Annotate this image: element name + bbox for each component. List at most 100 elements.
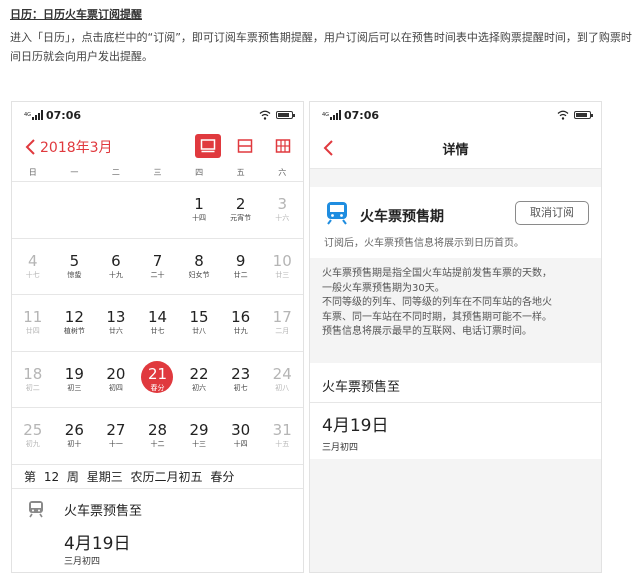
day-cell[interactable]: 8 妇女节 (178, 239, 220, 295)
event-card[interactable]: 火车票预售至 4月19日 三月初四 (12, 488, 303, 572)
wifi-icon (557, 110, 569, 120)
lunar-label: 十四 (233, 440, 248, 448)
article-title: 日历：日历火车票订阅提醒 (10, 8, 142, 21)
day-cell[interactable]: 30 十四 (219, 408, 262, 465)
chevron-left-icon (25, 139, 35, 155)
day-cell[interactable]: 24 初八 (261, 352, 303, 408)
day-number: 19 (64, 364, 84, 383)
day-number: 22 (189, 364, 209, 383)
event-title: 火车票预售至 (64, 503, 143, 519)
calendar-grid: 1 十四 2 元宵节 3 十六 4 十七 5 惊蛰 6 十九 7 二十 8 妇女节 9 廿二 10 廿三 11 廿四 12 植… (12, 182, 303, 465)
weekday-label: 四 (195, 168, 204, 177)
lunar-label: 春分 (150, 383, 165, 392)
day-cell[interactable]: 11 廿四 (12, 295, 54, 352)
day-number: 10 (272, 251, 292, 270)
svg-text:4G: 4G (24, 112, 31, 118)
presale-date: 4月19日 (322, 416, 389, 436)
day-info-line: 第 12 周 星期三 农历二月初五 春分 (12, 464, 303, 489)
calendar-phone-screen: 4G 07:06 2018年3月 日 一 二 三 四 五 六 1 十四 2 元宵… (11, 101, 304, 573)
day-cell[interactable]: 2 元宵节 (219, 182, 262, 239)
day-cell[interactable]: 31 十五 (261, 408, 303, 465)
signal-icon: 4G (24, 110, 43, 120)
lunar-label: 廿四 (25, 327, 40, 335)
lunar-label: 十四 (192, 214, 207, 222)
cancel-subscription-button[interactable]: 取消订阅 (515, 201, 589, 225)
empty-day-cell (53, 182, 96, 239)
day-cell[interactable]: 19 初三 (53, 352, 96, 408)
lunar-label: 十二 (150, 440, 165, 448)
day-cell[interactable]: 22 初六 (178, 352, 220, 408)
weekday-label: 六 (278, 168, 287, 177)
status-time: 07:06 (46, 109, 82, 122)
day-number: 13 (106, 308, 126, 326)
day-cell[interactable]: 20 初四 (95, 352, 137, 408)
day-number: 18 (23, 364, 43, 383)
weekday-label: 一 (70, 168, 79, 177)
lunar-label: 初七 (233, 383, 248, 392)
day-number: 6 (111, 251, 121, 270)
day-cell[interactable]: 7 二十 (136, 239, 179, 295)
lunar-label: 植树节 (63, 327, 85, 335)
day-cell[interactable]: 18 初二 (12, 352, 54, 408)
description-line: 车票、同一车站在不同时期，其预售期可能不一样。 (322, 311, 552, 323)
day-cell[interactable]: 14 廿七 (136, 295, 179, 352)
month-back-button[interactable]: 2018年3月 (24, 137, 113, 157)
today-cell[interactable]: 21 春分 (136, 352, 179, 408)
day-number: 26 (64, 421, 84, 439)
lunar-label: 初九 (25, 440, 40, 448)
day-cell[interactable]: 6 十九 (95, 239, 137, 295)
day-cell[interactable]: 13 廿六 (95, 295, 137, 352)
lunar-label: 廿七 (150, 327, 165, 335)
day-number: 28 (147, 421, 168, 439)
day-number: 15 (189, 308, 209, 326)
lunar-label: 廿三 (275, 270, 290, 279)
month-label: 2018年3月 (40, 140, 113, 156)
signal-icon: 4G (322, 110, 341, 120)
day-cell[interactable]: 27 十一 (95, 408, 137, 465)
day-cell[interactable]: 12 植树节 (53, 295, 96, 352)
grid-view-button[interactable] (270, 134, 296, 158)
weekday-label: 二 (111, 168, 120, 177)
event-lunar-date: 三月初四 (64, 556, 101, 567)
train-icon (327, 202, 347, 225)
split-view-button[interactable] (232, 134, 258, 158)
lunar-label: 十五 (275, 440, 290, 448)
single-view-button[interactable] (195, 134, 221, 158)
detail-nav-bar: 详情 (310, 127, 601, 169)
day-number: 30 (231, 421, 251, 439)
day-number: 8 (194, 251, 204, 270)
day-cell[interactable]: 15 廿八 (178, 295, 220, 352)
day-cell[interactable]: 16 廿九 (219, 295, 262, 352)
empty-day-cell (12, 182, 54, 239)
day-number: 27 (106, 421, 126, 439)
day-cell[interactable]: 25 初九 (12, 408, 54, 465)
lunar-label: 廿二 (233, 270, 248, 279)
day-cell[interactable]: 9 廿二 (219, 239, 262, 295)
lunar-label: 初十 (67, 440, 82, 448)
lunar-label: 十三 (192, 440, 207, 448)
page: 日历：日历火车票订阅提醒 进入「日历」，点击底栏中的“订阅”，即可订阅车票预售期… (0, 0, 640, 573)
day-number: 23 (231, 364, 251, 383)
day-cell[interactable]: 3 十六 (261, 182, 303, 239)
day-number: 31 (272, 421, 292, 439)
detail-phone-screen: 4G 07:06 详情 火车票预售期 取消订阅 订阅后，火车票预售信息将展示到日… (309, 101, 602, 573)
day-cell[interactable]: 26 初十 (53, 408, 96, 465)
day-cell[interactable]: 28 十二 (136, 408, 179, 465)
weekday-label: 日 (28, 168, 37, 177)
day-cell[interactable]: 5 惊蛰 (53, 239, 96, 295)
day-cell[interactable]: 4 十七 (12, 239, 54, 295)
day-cell[interactable]: 23 初七 (219, 352, 262, 408)
day-cell[interactable]: 1 十四 (178, 182, 220, 239)
lunar-label: 妇女节 (188, 270, 210, 279)
train-icon (29, 500, 43, 517)
day-cell[interactable]: 29 十三 (178, 408, 220, 465)
article-body: 进入「日历」，点击底栏中的“订阅”，即可订阅车票预售期提醒，用户订阅后可以在预售… (10, 31, 632, 63)
description-line: 预售信息将展示最早的互联网、电话订票时间。 (322, 326, 532, 337)
day-number: 25 (23, 421, 43, 439)
day-number: 16 (231, 308, 251, 326)
day-cell[interactable]: 10 廿三 (261, 239, 303, 295)
svg-text:4G: 4G (322, 112, 329, 118)
battery-icon (574, 111, 593, 119)
day-cell[interactable]: 17 二月 (261, 295, 303, 352)
weekday-header: 日 一 二 三 四 五 六 (12, 167, 303, 182)
